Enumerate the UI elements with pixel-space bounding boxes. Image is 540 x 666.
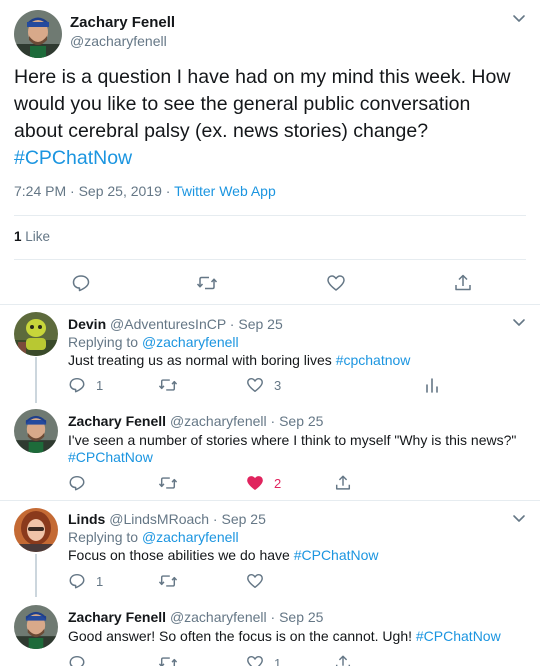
- hashtag-link[interactable]: #CPChatNow: [416, 628, 501, 644]
- chevron-down-icon[interactable]: [512, 14, 526, 24]
- share-button[interactable]: [334, 653, 352, 666]
- tweet-date[interactable]: · Sep 25: [209, 511, 266, 527]
- share-button[interactable]: [334, 473, 352, 493]
- replying-to-link[interactable]: @zacharyfenell: [142, 529, 239, 545]
- author-handle[interactable]: @zacharyfenell: [170, 413, 267, 429]
- author-name[interactable]: Linds: [68, 511, 105, 527]
- replying-to: Replying to @zacharyfenell: [68, 334, 239, 350]
- reply-button[interactable]: 1: [68, 571, 103, 591]
- retweet-button[interactable]: [196, 273, 218, 293]
- reply-icon: [68, 376, 86, 394]
- tweet-timestamp: 7:24 PM · Sep 25, 2019 · Twitter Web App: [14, 183, 276, 199]
- divider: [14, 215, 526, 216]
- retweet-button[interactable]: [158, 473, 188, 493]
- tweet-date[interactable]: · Sep 25: [267, 413, 324, 429]
- avatar[interactable]: [14, 508, 58, 552]
- retweet-button[interactable]: [158, 571, 188, 591]
- retweet-button[interactable]: [158, 653, 188, 666]
- hashtag-link[interactable]: #CPChatNow: [68, 449, 153, 465]
- retweet-icon: [158, 572, 178, 590]
- timestamp-link[interactable]: 7:24 PM · Sep 25, 2019 ·: [14, 183, 174, 199]
- avatar[interactable]: [14, 10, 62, 58]
- like-button[interactable]: 1: [246, 653, 281, 666]
- analytics-icon: [425, 376, 439, 394]
- reply-button[interactable]: [68, 473, 96, 493]
- retweet-icon: [158, 474, 178, 492]
- author-handle[interactable]: @AdventuresInCP: [110, 316, 226, 332]
- retweet-icon: [196, 273, 218, 293]
- share-icon: [334, 654, 352, 666]
- reply-icon: [68, 654, 86, 666]
- source-app-link[interactable]: Twitter Web App: [174, 183, 276, 199]
- tweet-text: Good answer! So often the focus is on th…: [68, 628, 501, 644]
- author-handle[interactable]: @LindsMRoach: [109, 511, 209, 527]
- chevron-down-icon[interactable]: [512, 318, 526, 328]
- replying-to-link[interactable]: @zacharyfenell: [142, 334, 239, 350]
- tweet-text: I've seen a number of stories where I th…: [68, 432, 517, 448]
- hashtag-link[interactable]: #cpchatnow: [336, 352, 411, 368]
- reply-tweet[interactable]: Zachary Fenell @zacharyfenell · Sep 25 G…: [0, 597, 540, 666]
- share-button[interactable]: [453, 273, 473, 293]
- heart-icon: [246, 572, 264, 590]
- like-button[interactable]: [246, 571, 274, 591]
- retweet-button[interactable]: [158, 375, 188, 395]
- author-handle[interactable]: @zacharyfenell: [170, 609, 267, 625]
- avatar[interactable]: [14, 409, 58, 453]
- share-icon: [453, 273, 473, 293]
- reply-button[interactable]: [68, 653, 96, 666]
- author-name[interactable]: Zachary Fenell: [70, 14, 175, 31]
- like-count: 1: [274, 655, 282, 666]
- reply-tweet[interactable]: Zachary Fenell @zacharyfenell · Sep 25 I…: [0, 403, 540, 501]
- tweet-text: Focus on those abilities we do have #CPC…: [68, 547, 379, 563]
- tweet-date[interactable]: · Sep 25: [267, 609, 324, 625]
- tweet-date[interactable]: · Sep 25: [226, 316, 283, 332]
- author-name[interactable]: Devin: [68, 316, 106, 332]
- reply-count: 1: [96, 377, 104, 393]
- hashtag-link[interactable]: #CPChatNow: [14, 147, 132, 169]
- likes-count: 1: [14, 229, 22, 244]
- avatar[interactable]: [14, 312, 58, 356]
- tweet-text: Just treating us as normal with boring l…: [68, 352, 411, 368]
- chevron-down-icon[interactable]: [512, 514, 526, 524]
- reply-button[interactable]: [71, 273, 91, 293]
- reply-icon: [68, 474, 86, 492]
- like-button[interactable]: 2: [246, 473, 281, 493]
- avatar[interactable]: [14, 605, 58, 649]
- analytics-button[interactable]: [425, 375, 439, 395]
- reply-count: 1: [96, 573, 104, 589]
- heart-icon: [326, 273, 346, 293]
- reply-icon: [71, 273, 91, 293]
- likes-link[interactable]: 1 Like: [14, 229, 50, 244]
- author-name[interactable]: Zachary Fenell: [68, 413, 166, 429]
- heart-icon: [246, 376, 264, 394]
- reply-tweet[interactable]: Linds @LindsMRoach · Sep 25 Replying to …: [0, 501, 540, 597]
- share-icon: [334, 474, 352, 492]
- heart-icon: [246, 654, 264, 666]
- tweet-text: Here is a question I have had on my mind…: [14, 66, 511, 169]
- heart-icon: [246, 474, 264, 492]
- reply-icon: [68, 572, 86, 590]
- author-name[interactable]: Zachary Fenell: [68, 609, 166, 625]
- author-handle[interactable]: @zacharyfenell: [70, 33, 167, 49]
- thread-line: [35, 357, 37, 403]
- replying-to: Replying to @zacharyfenell: [68, 529, 239, 545]
- like-count: 2: [274, 475, 282, 491]
- like-button[interactable]: 3: [246, 375, 281, 395]
- retweet-icon: [158, 376, 178, 394]
- likes-label: Like: [21, 229, 51, 244]
- main-tweet: Zachary Fenell @zacharyfenell Here is a …: [0, 0, 540, 305]
- like-button[interactable]: [326, 273, 346, 293]
- like-count: 3: [274, 377, 282, 393]
- reply-button[interactable]: 1: [68, 375, 103, 395]
- reply-tweet[interactable]: Devin @AdventuresInCP · Sep 25 Replying …: [0, 305, 540, 403]
- hashtag-link[interactable]: #CPChatNow: [294, 547, 379, 563]
- thread-line: [35, 554, 37, 597]
- divider: [14, 259, 526, 260]
- retweet-icon: [158, 654, 178, 666]
